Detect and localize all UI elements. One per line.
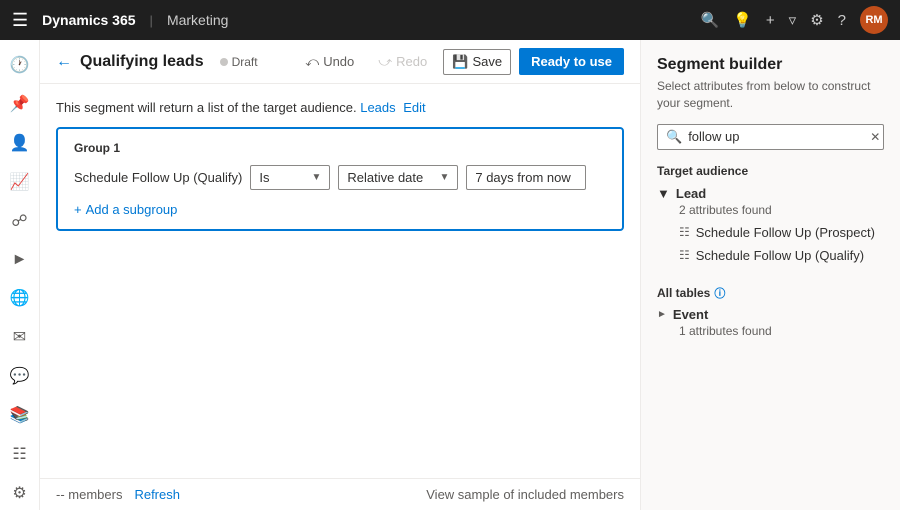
- info-bar: This segment will return a list of the t…: [56, 100, 624, 115]
- settings-icon[interactable]: ⚙: [810, 11, 823, 29]
- date-value-field[interactable]: 7 days from now: [466, 165, 586, 190]
- avatar[interactable]: RM: [860, 6, 888, 34]
- redo-button[interactable]: ⤻ Redo: [370, 50, 435, 74]
- lead-entity-label: Lead: [676, 186, 706, 201]
- sidebar-item-settings2[interactable]: ⚙: [2, 475, 38, 510]
- help-icon[interactable]: ?: [838, 12, 846, 29]
- refresh-link[interactable]: Refresh: [134, 487, 180, 502]
- undo-icon: ⤺: [305, 54, 319, 70]
- attr-item[interactable]: ☷ Schedule Follow Up (Prospect): [657, 221, 884, 244]
- attr-icon: ☷: [679, 248, 690, 262]
- audience-label: Target audience: [657, 164, 884, 178]
- all-tables-label: All tables ⓘ: [657, 285, 884, 301]
- panel-title: Segment builder: [657, 56, 884, 74]
- content-area: ← Qualifying leads Draft ⤺ Undo ⤻ Redo 💾…: [40, 40, 640, 510]
- ready-button[interactable]: Ready to use: [519, 48, 624, 75]
- toolbar-right: ⤺ Undo ⤻ Redo 💾 Save Ready to use: [297, 48, 624, 75]
- attr-name: Schedule Follow Up (Prospect): [696, 225, 875, 240]
- search-icon: 🔍: [666, 129, 682, 145]
- undo-button[interactable]: ⤺ Undo: [297, 50, 362, 74]
- save-icon: 💾: [452, 54, 468, 70]
- save-button[interactable]: 💾 Save: [443, 49, 511, 75]
- lead-entity-header[interactable]: ▼ Lead: [657, 186, 884, 201]
- segment-content: This segment will return a list of the t…: [40, 84, 640, 478]
- date-type-value: Relative date: [347, 170, 423, 185]
- search-icon[interactable]: 🔍: [701, 11, 720, 29]
- sidebar-item-people[interactable]: 👤: [2, 126, 38, 161]
- filter-icon[interactable]: ▿: [789, 11, 797, 29]
- group-label: Group 1: [74, 141, 606, 155]
- add-subgroup-label: Add a subgroup: [86, 202, 178, 217]
- footer: -- members Refresh View sample of includ…: [40, 478, 640, 510]
- main-layout: 🕐 📌 👤 📈 ☍ ► 🌐 ✉ 💬 📚 ☷ ⚙ ← Qualifying lea…: [0, 40, 900, 510]
- condition-row: Schedule Follow Up (Qualify) Is ▼ Relati…: [74, 165, 606, 190]
- event-entity-count: 1 attributes found: [679, 324, 884, 338]
- undo-label: Undo: [323, 54, 354, 69]
- hamburger-icon[interactable]: ☰: [12, 10, 28, 31]
- attr-name: Schedule Follow Up (Qualify): [696, 248, 864, 263]
- sidebar-item-segment[interactable]: ☍: [2, 203, 38, 238]
- sidebar-item-recent[interactable]: 🕐: [2, 48, 38, 83]
- lead-entity-count: 2 attributes found: [679, 203, 884, 217]
- secondary-toolbar: ← Qualifying leads Draft ⤺ Undo ⤻ Redo 💾…: [40, 40, 640, 84]
- right-panel: Segment builder Select attributes from b…: [640, 40, 900, 510]
- group-box: Group 1 Schedule Follow Up (Qualify) Is …: [56, 127, 624, 231]
- status-label: Draft: [232, 55, 258, 69]
- info-icon[interactable]: ⓘ: [714, 285, 725, 301]
- search-input[interactable]: [688, 129, 864, 144]
- operator-chevron: ▼: [311, 172, 321, 183]
- event-entity-label: Event: [673, 307, 708, 322]
- sidebar-item-globe[interactable]: 🌐: [2, 281, 38, 316]
- sidebar-item-grid[interactable]: ☷: [2, 436, 38, 471]
- event-entity-section: ► Event 1 attributes found: [657, 307, 884, 342]
- condition-field: Schedule Follow Up (Qualify): [74, 170, 242, 185]
- back-button[interactable]: ←: [56, 53, 72, 71]
- sidebar-item-chart[interactable]: 📈: [2, 164, 38, 199]
- edit-link[interactable]: Edit: [403, 100, 425, 115]
- attr-item[interactable]: ☷ Schedule Follow Up (Qualify): [657, 244, 884, 267]
- attr-icon: ☷: [679, 225, 690, 239]
- status-dot: [220, 58, 228, 66]
- members-count: -- members: [56, 487, 122, 502]
- lightbulb-icon[interactable]: 💡: [733, 11, 752, 29]
- sidebar-item-email[interactable]: ✉: [2, 320, 38, 355]
- topbar: ☰ Dynamics 365 | Marketing 🔍 💡 + ▿ ⚙ ? R…: [0, 0, 900, 40]
- module-name: Marketing: [167, 12, 228, 28]
- plus-icon: +: [74, 202, 82, 217]
- redo-icon: ⤻: [378, 54, 392, 70]
- operator-value: Is: [259, 170, 269, 185]
- status-badge: Draft: [220, 55, 258, 69]
- search-box: 🔍 ✕: [657, 124, 884, 150]
- lead-entity-section: ▼ Lead 2 attributes found ☷ Schedule Fol…: [657, 186, 884, 267]
- sidebar-item-arrow[interactable]: ►: [2, 242, 38, 277]
- sidebar-item-book[interactable]: 📚: [2, 397, 38, 432]
- save-label: Save: [472, 54, 502, 69]
- event-chevron-icon: ►: [657, 309, 667, 320]
- entity-link[interactable]: Leads: [360, 100, 395, 115]
- plus-icon[interactable]: +: [766, 12, 775, 29]
- view-sample-link[interactable]: View sample of included members: [426, 487, 624, 502]
- event-entity-header[interactable]: ► Event: [657, 307, 884, 322]
- add-subgroup-button[interactable]: + Add a subgroup: [74, 202, 177, 217]
- info-text: This segment will return a list of the t…: [56, 100, 357, 115]
- operator-dropdown[interactable]: Is ▼: [250, 165, 330, 190]
- ready-label: Ready to use: [531, 54, 612, 69]
- search-clear-icon[interactable]: ✕: [870, 130, 880, 144]
- page-title: Qualifying leads: [80, 53, 204, 71]
- lead-chevron-icon: ▼: [657, 186, 670, 201]
- app-name: Dynamics 365: [42, 12, 135, 28]
- date-type-dropdown[interactable]: Relative date ▼: [338, 165, 458, 190]
- topbar-icons: 🔍 💡 + ▿ ⚙ ? RM: [701, 6, 888, 34]
- panel-subtitle: Select attributes from below to construc…: [657, 78, 884, 112]
- sidebar: 🕐 📌 👤 📈 ☍ ► 🌐 ✉ 💬 📚 ☷ ⚙: [0, 40, 40, 510]
- sidebar-item-chat[interactable]: 💬: [2, 359, 38, 394]
- sidebar-item-pin[interactable]: 📌: [2, 87, 38, 122]
- date-type-chevron: ▼: [439, 172, 449, 183]
- redo-label: Redo: [396, 54, 427, 69]
